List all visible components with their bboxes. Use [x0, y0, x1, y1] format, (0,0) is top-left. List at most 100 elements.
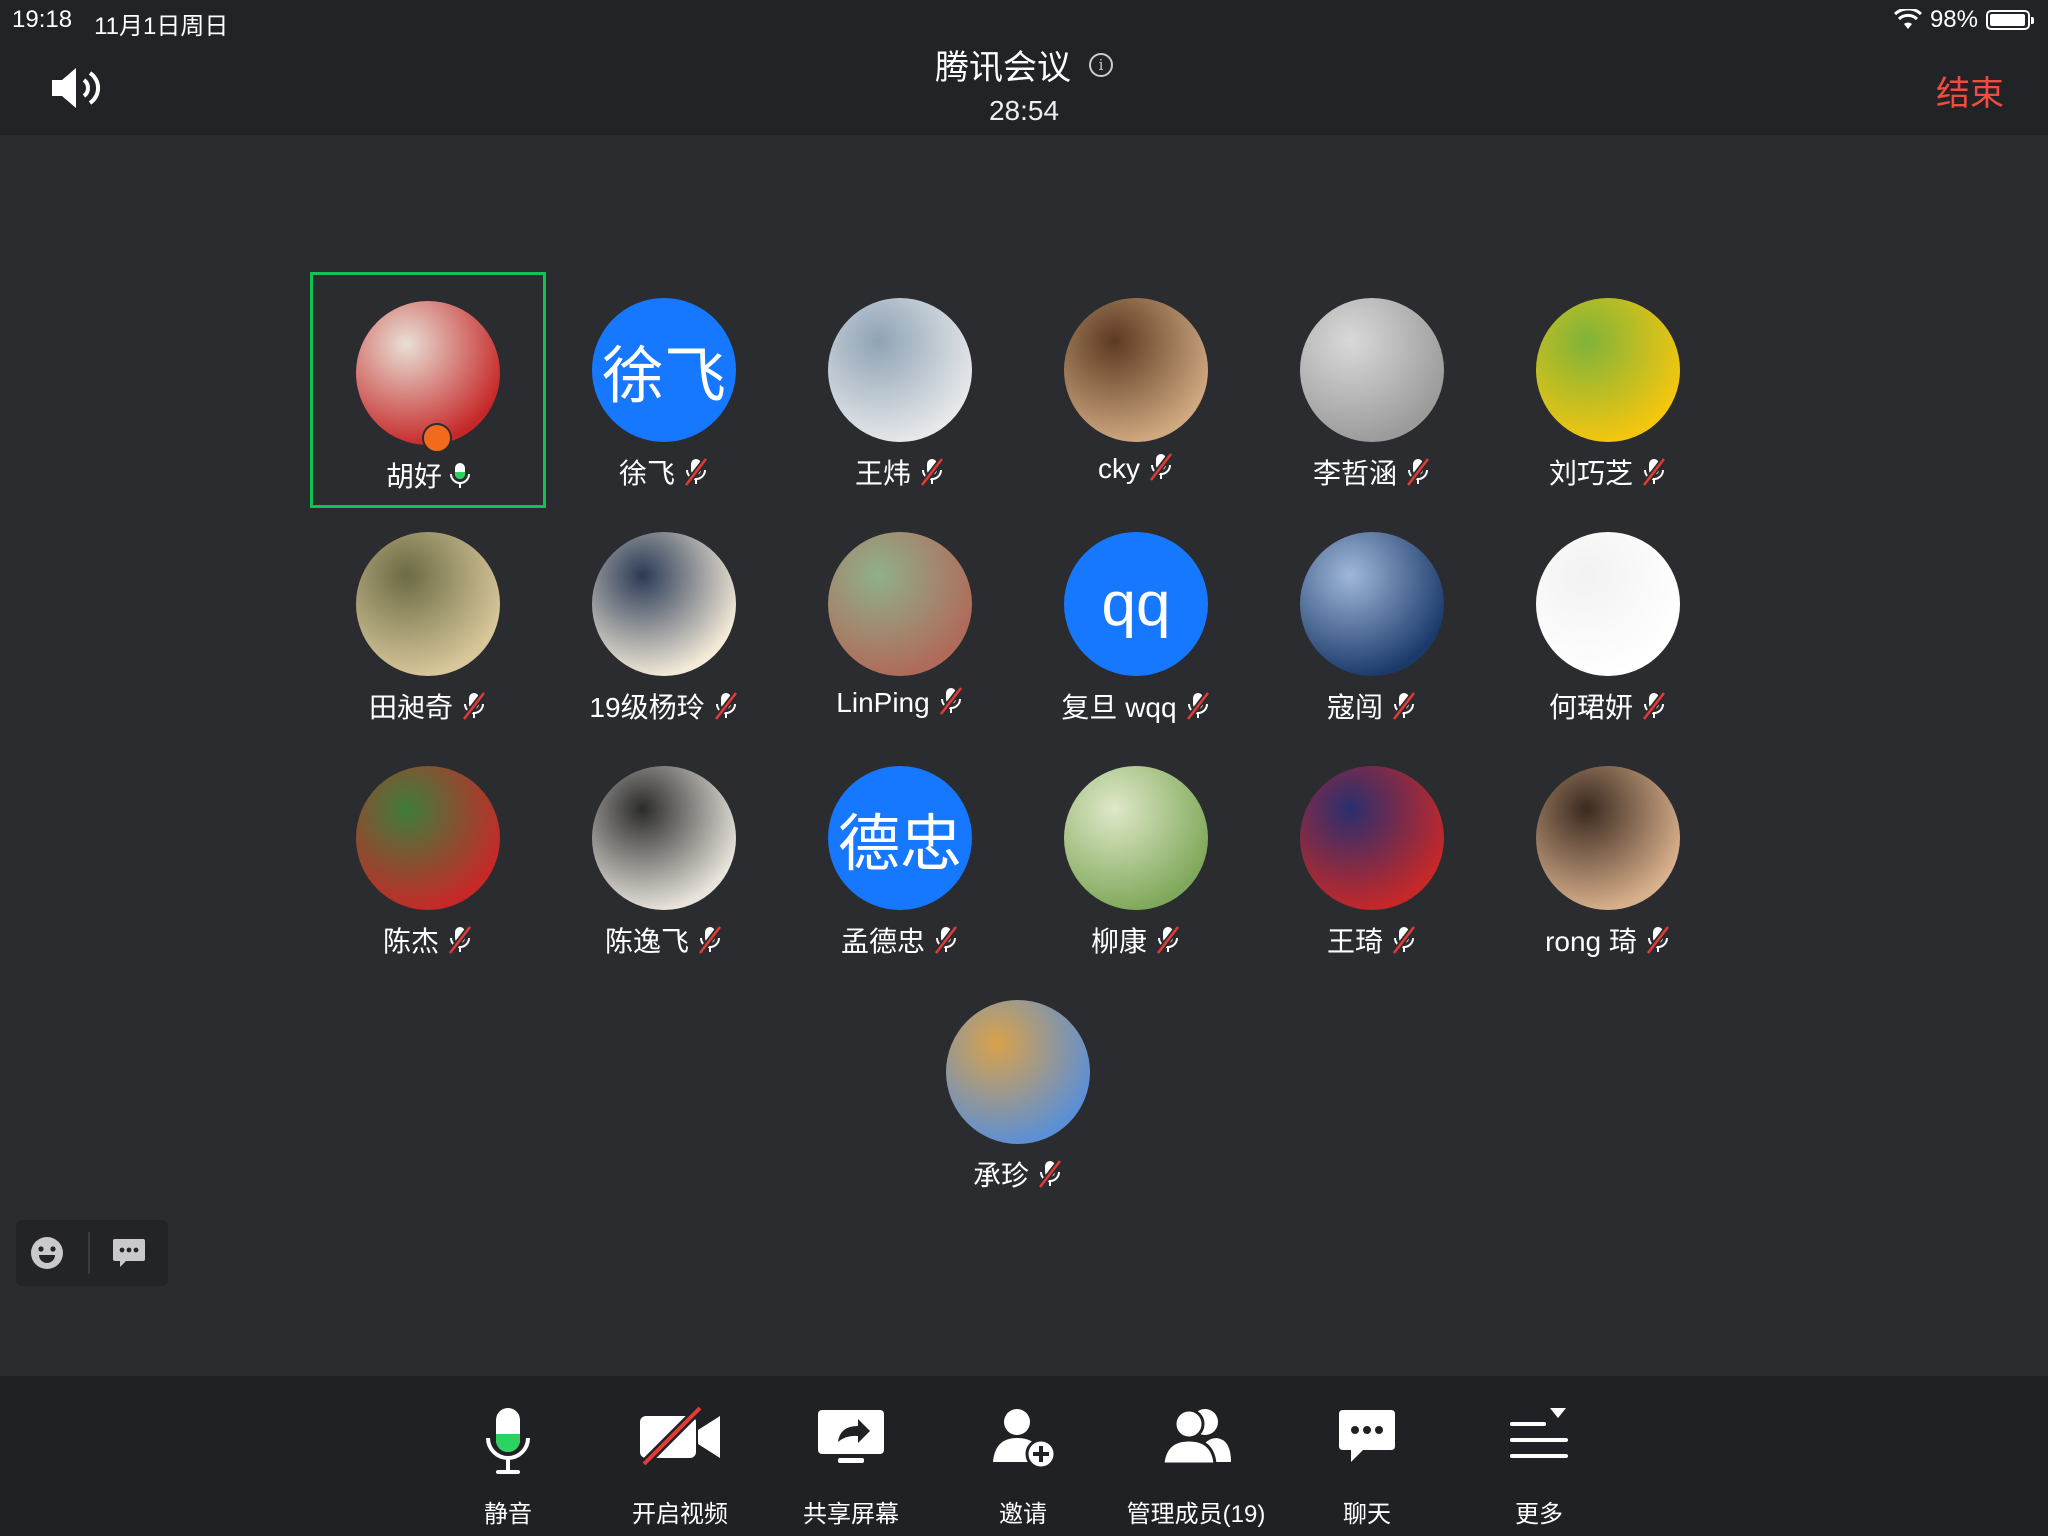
participant-tile[interactable]: 陈杰 [310, 740, 546, 976]
participant-name-row: 何珺妍 [1490, 686, 1726, 726]
participant-name: 李哲涵 [1312, 458, 1397, 489]
participant-tile[interactable]: 何珺妍 [1490, 506, 1726, 742]
mic-muted-icon [1645, 925, 1671, 955]
mic-muted-icon [461, 691, 487, 721]
manage-members-label: 管理成员(19) [1126, 1501, 1266, 1528]
mic-muted-icon [1148, 452, 1174, 482]
participant-tile[interactable]: 王琦 [1254, 740, 1490, 976]
chat-button[interactable]: 聊天 [1292, 1376, 1442, 1536]
mic-muted-icon [683, 457, 709, 487]
participant-tile[interactable]: 陈逸飞 [546, 740, 782, 976]
participant-tile[interactable]: 寇闯 [1254, 506, 1490, 742]
floating-action-bar [16, 1220, 168, 1286]
avatar [1300, 766, 1444, 910]
share-screen-label: 共享屏幕 [803, 1501, 899, 1528]
mic-muted-icon [919, 457, 945, 487]
more-menu-icon [1510, 1408, 1568, 1458]
participant-tile[interactable]: 德忠 孟德忠 [782, 740, 1018, 976]
mic-muted-icon [1155, 925, 1181, 955]
video-off-icon [640, 1406, 720, 1466]
participant-name-row: 复旦 wqq [1018, 686, 1254, 726]
avatar-initials: 德忠 [828, 766, 972, 910]
participant-name: 田昶奇 [368, 692, 453, 723]
avatar [356, 301, 500, 445]
meeting-title: 腾讯会议 [935, 49, 1071, 87]
start-video-button[interactable]: 开启视频 [605, 1376, 755, 1536]
participant-tile[interactable]: 王炜 [782, 272, 1018, 508]
participant-name-row: 王琦 [1254, 920, 1490, 960]
mic-muted-icon [938, 686, 964, 716]
participant-name-row: 胡好 [313, 455, 543, 495]
avatar [1536, 298, 1680, 442]
avatar [1064, 298, 1208, 442]
participant-tile[interactable]: 刘巧芝 [1490, 272, 1726, 508]
avatar [592, 532, 736, 676]
mic-muted-icon [1391, 925, 1417, 955]
participant-tile[interactable]: 柳康 [1018, 740, 1254, 976]
mic-muted-icon [1037, 1159, 1063, 1189]
mic-muted-icon [1641, 691, 1667, 721]
participant-tile[interactable]: qq 复旦 wqq [1018, 506, 1254, 742]
start-video-label: 开启视频 [632, 1501, 728, 1528]
participant-name: 何珺妍 [1548, 692, 1633, 723]
chat-icon [1339, 1410, 1395, 1462]
participant-name: rong 琦 [1545, 926, 1637, 957]
participant-name: 寇闯 [1326, 692, 1383, 723]
participant-name-row: 寇闯 [1254, 686, 1490, 726]
end-meeting-button[interactable]: 结束 [1936, 66, 2004, 115]
participant-tile[interactable]: cky [1018, 272, 1254, 508]
chat-bubble-icon[interactable] [112, 1237, 146, 1269]
participant-name: 承珍 [972, 1160, 1029, 1191]
mic-muted-icon [1391, 691, 1417, 721]
avatar [828, 298, 972, 442]
participant-tile[interactable]: 徐飞 徐飞 [546, 272, 782, 508]
bottom-toolbar: 静音 开启视频 共享屏幕 邀请 管理成员(19) 聊天 更多 [0, 1376, 2048, 1536]
invite-label: 邀请 [999, 1501, 1047, 1528]
top-bar: 19:18 11月1日周日 98% 腾讯会议 i 28:54 结束 [0, 0, 2048, 135]
participant-tile[interactable]: 承珍 [900, 974, 1136, 1210]
participant-name-row: 刘巧芝 [1490, 452, 1726, 492]
participant-name-row: rong 琦 [1490, 920, 1726, 960]
participant-name-row: 陈逸飞 [546, 920, 782, 960]
avatar [1064, 766, 1208, 910]
mic-on-icon [450, 463, 470, 488]
meeting-header: 腾讯会议 i 28:54 [0, 40, 2048, 127]
info-icon[interactable]: i [1089, 52, 1113, 77]
participant-name-row: 孟德忠 [782, 920, 1018, 960]
more-button[interactable]: 更多 [1464, 1376, 1614, 1536]
avatar-initials: 徐飞 [592, 298, 736, 442]
participant-name: 王琦 [1326, 926, 1383, 957]
participant-name: cky [1098, 453, 1140, 484]
avatar [828, 532, 972, 676]
avatar [592, 766, 736, 910]
share-screen-button[interactable]: 共享屏幕 [776, 1376, 926, 1536]
mic-muted-icon [447, 925, 473, 955]
participant-name-row: 承珍 [900, 1154, 1136, 1194]
participant-name-row: 柳康 [1018, 920, 1254, 960]
participant-tile[interactable]: LinPing [782, 506, 1018, 742]
participant-name: 柳康 [1090, 926, 1147, 957]
mic-muted-icon [713, 691, 738, 721]
share-screen-icon [818, 1410, 884, 1463]
emoji-icon[interactable] [30, 1236, 64, 1270]
participant-tile[interactable]: 19级杨玲 [546, 506, 782, 742]
participant-name: 19级杨玲 [589, 692, 705, 723]
participant-name: 陈杰 [382, 926, 439, 957]
mic-muted-icon [1405, 457, 1431, 487]
mute-button[interactable]: 静音 [433, 1376, 583, 1536]
participant-name-row: 田昶奇 [310, 686, 546, 726]
participant-name: 徐飞 [618, 458, 675, 489]
participant-tile[interactable]: 李哲涵 [1254, 272, 1490, 508]
mic-muted-icon [1641, 457, 1667, 487]
avatar-initials: qq [1064, 532, 1208, 676]
participant-tile[interactable]: 田昶奇 [310, 506, 546, 742]
more-label: 更多 [1515, 1501, 1563, 1528]
participant-tile[interactable]: rong 琦 [1490, 740, 1726, 976]
manage-members-button[interactable]: 管理成员(19) [1120, 1376, 1272, 1536]
avatar [946, 1000, 1090, 1144]
mute-label: 静音 [484, 1501, 532, 1528]
participant-name: 复旦 wqq [1061, 692, 1177, 723]
participant-tile[interactable]: 胡好 [310, 272, 546, 508]
invite-button[interactable]: 邀请 [948, 1376, 1098, 1536]
battery-icon [1986, 10, 2034, 30]
